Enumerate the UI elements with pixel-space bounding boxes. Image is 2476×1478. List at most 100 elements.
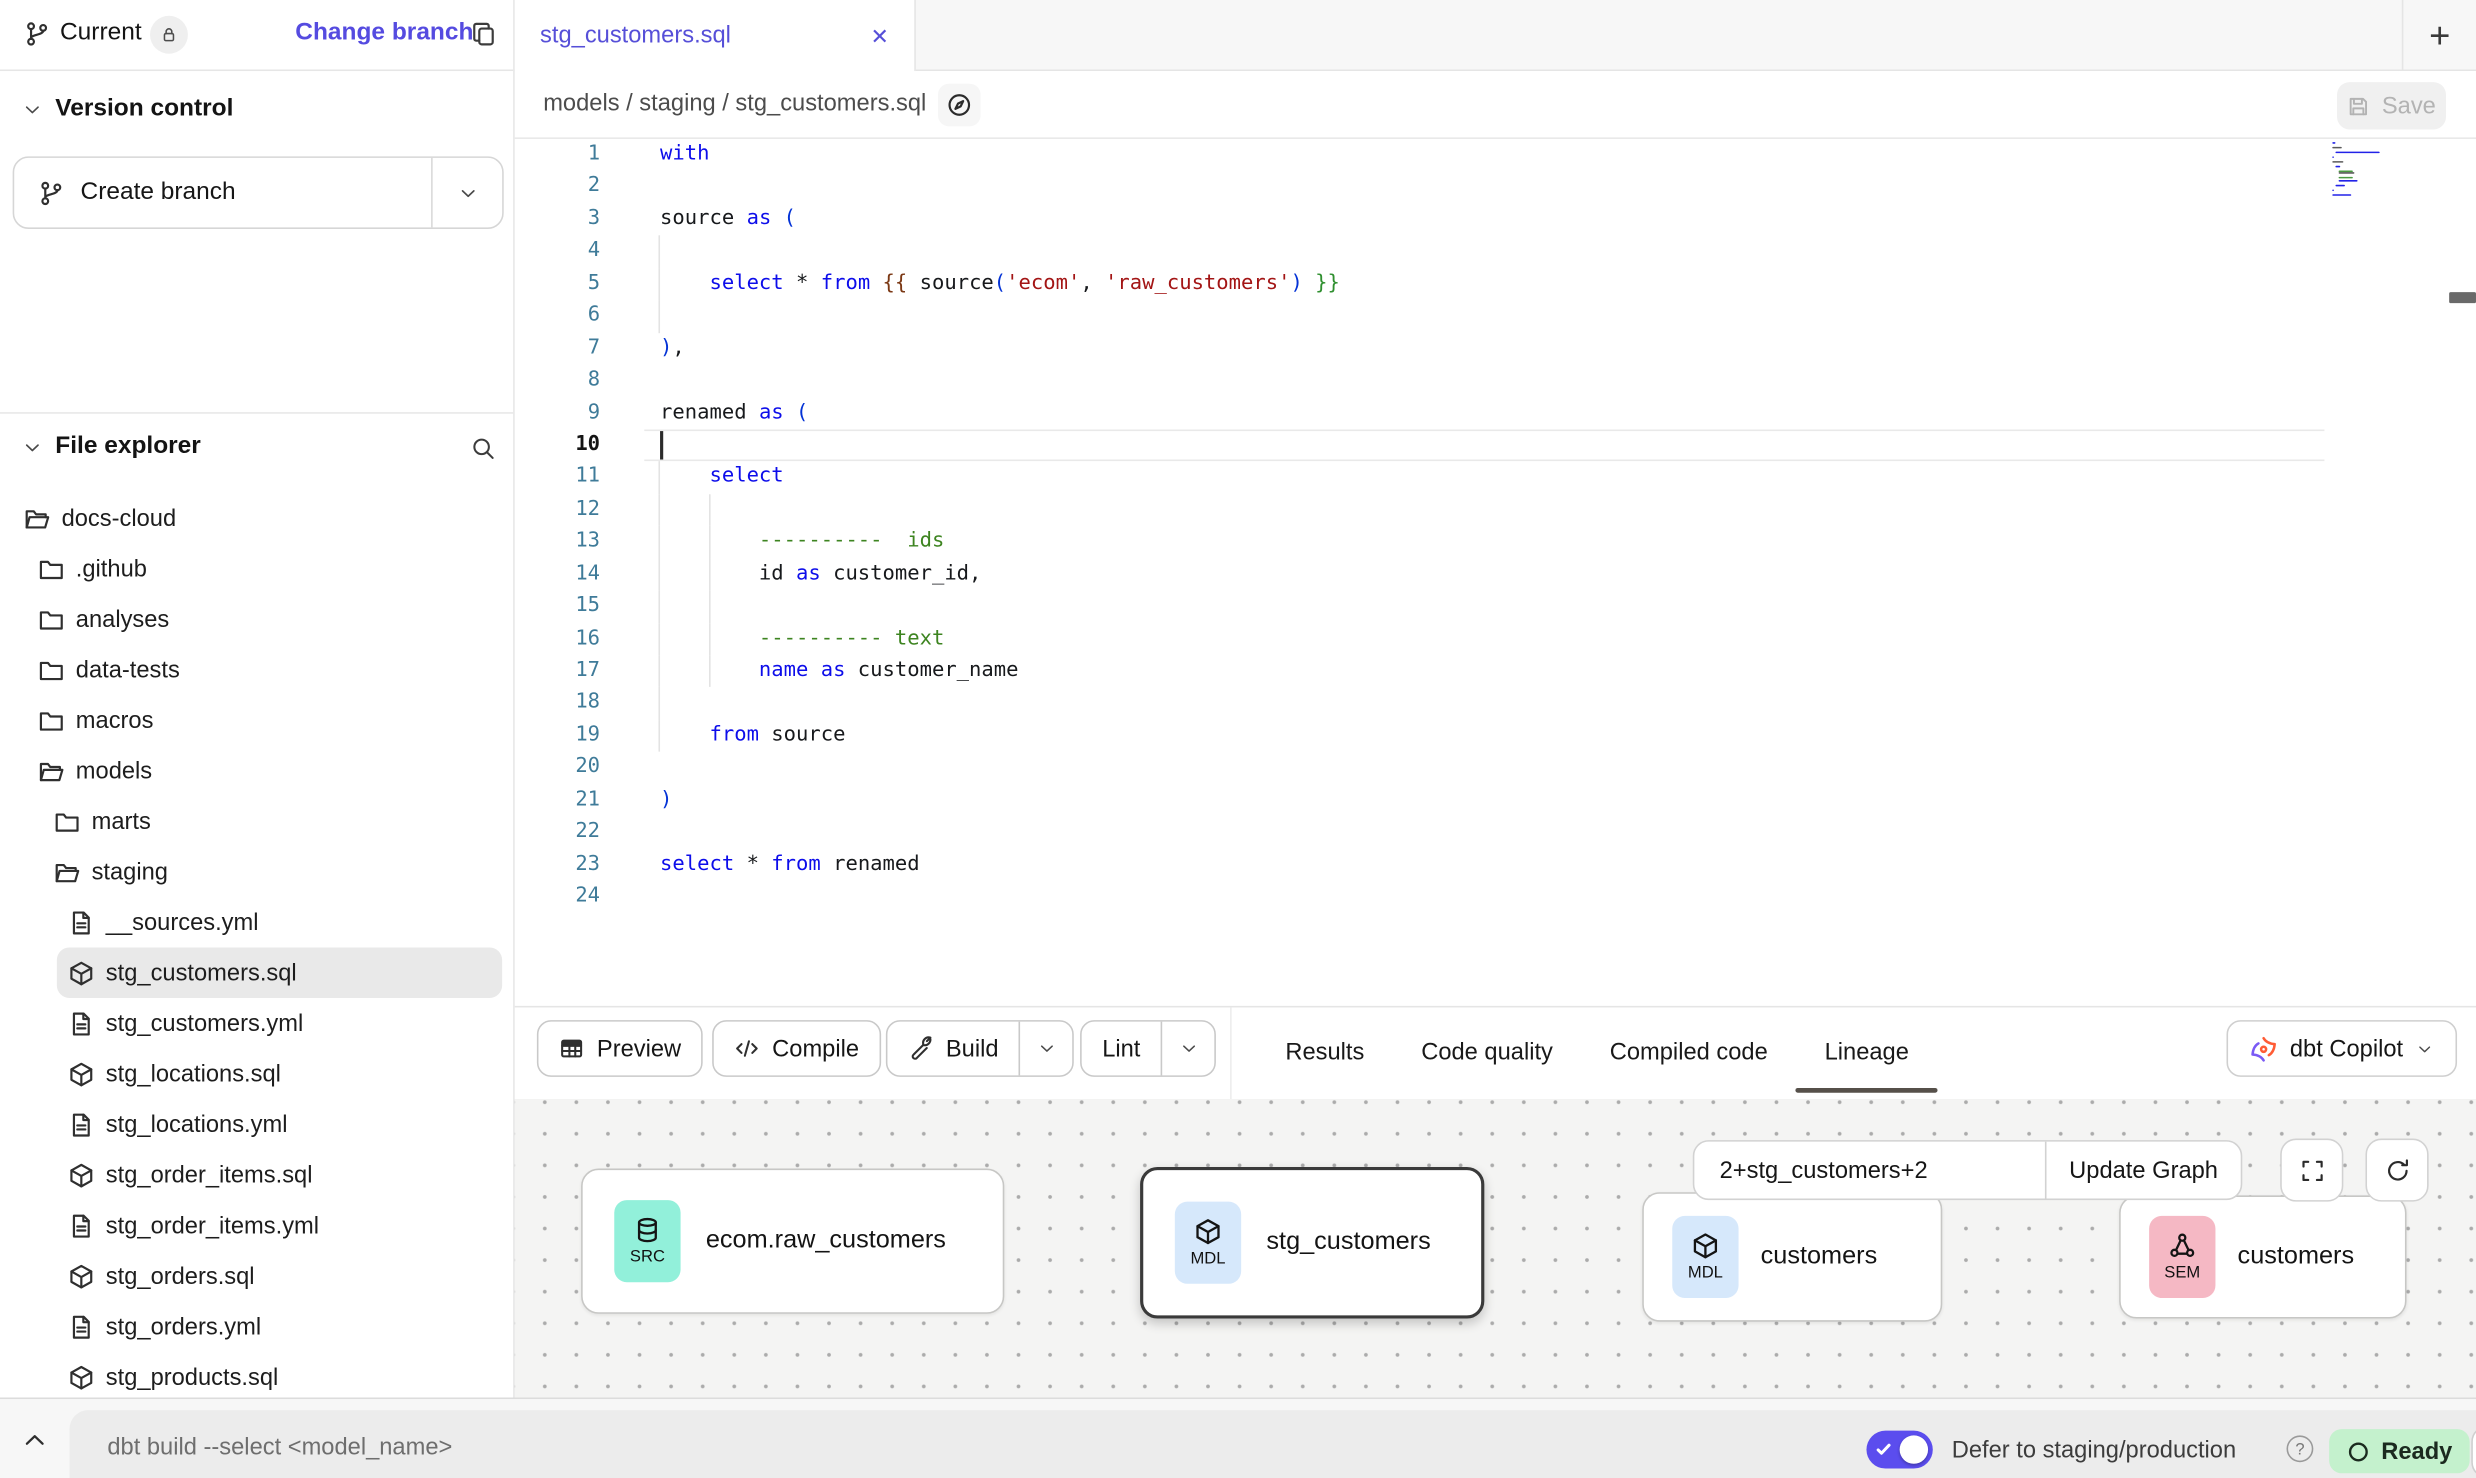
code-line[interactable]: 24 xyxy=(515,881,2476,913)
file-tree-item[interactable]: stg_products.sql xyxy=(0,1352,513,1398)
file-tree-item[interactable]: stg_orders.sql xyxy=(0,1251,513,1302)
editor-tab[interactable]: stg_customers.sql ✕ xyxy=(515,0,916,71)
panel-tab-lineage[interactable]: Lineage xyxy=(1825,1007,1909,1099)
code-line[interactable]: 12 xyxy=(515,494,2476,526)
code-line[interactable]: 7), xyxy=(515,333,2476,365)
copy-icon[interactable] xyxy=(471,21,498,48)
file-tree-item[interactable]: stg_order_items.sql xyxy=(0,1150,513,1201)
editor-scrollbar-thumb[interactable] xyxy=(2449,292,2476,303)
lineage-node-customers[interactable]: MDLcustomers xyxy=(1642,1191,1942,1320)
dbt-copilot-button[interactable]: dbt Copilot xyxy=(2227,1020,2458,1077)
create-branch-main[interactable]: Create branch xyxy=(14,158,431,227)
version-control-section-header[interactable]: Version control xyxy=(0,85,513,132)
file-tree-item[interactable]: stg_order_items.yml xyxy=(0,1200,513,1251)
build-dropdown[interactable] xyxy=(1021,1022,1073,1076)
code-line[interactable]: 22 xyxy=(515,817,2476,849)
file-tree-item[interactable]: __sources.yml xyxy=(0,897,513,948)
file-name: stg_orders.sql xyxy=(106,1262,255,1289)
file-tree-item[interactable]: docs-cloud xyxy=(0,493,513,544)
code-editor[interactable]: 1with23source as (45 select * from {{ so… xyxy=(515,139,2476,1006)
file-tree-item[interactable]: stg_customers.sql xyxy=(57,947,502,998)
code-line[interactable]: 9renamed as ( xyxy=(515,397,2476,429)
lint-dropdown[interactable] xyxy=(1162,1022,1214,1076)
folder-icon xyxy=(38,656,65,683)
close-icon[interactable]: ✕ xyxy=(870,24,889,46)
defer-toggle[interactable] xyxy=(1866,1431,1932,1469)
file-tree-item[interactable]: macros xyxy=(0,695,513,746)
indent-guide xyxy=(658,655,660,687)
minimap-line xyxy=(2339,177,2352,179)
code-line[interactable]: 19 from source xyxy=(515,720,2476,752)
lineage-canvas[interactable]: SRCecom.raw_customers MDLstg_customers MDL… xyxy=(515,1099,2476,1397)
panel-tab-compiled-code[interactable]: Compiled code xyxy=(1610,1007,1768,1099)
code-line[interactable]: 17 name as customer_name xyxy=(515,655,2476,687)
code-line[interactable]: 1with xyxy=(515,139,2476,171)
dbt-logo-icon xyxy=(2250,1035,2277,1062)
lineage-selector-input[interactable] xyxy=(1694,1142,2045,1199)
file-tree-item[interactable]: stg_locations.yml xyxy=(0,1099,513,1150)
file-tree-item[interactable]: .github xyxy=(0,543,513,594)
change-branch-link[interactable]: Change branch xyxy=(295,19,473,47)
file-explorer-section-header[interactable]: File explorer xyxy=(0,423,513,470)
code-line[interactable]: 5 select * from {{ source('ecom', 'raw_c… xyxy=(515,268,2476,300)
code-line[interactable]: 15 xyxy=(515,591,2476,623)
file-tree-item[interactable]: staging xyxy=(0,846,513,897)
more-menu-button[interactable]: ⋯ xyxy=(2471,1426,2476,1478)
file-tree-item[interactable]: models xyxy=(0,745,513,796)
code-line[interactable]: 4 xyxy=(515,236,2476,268)
toggle-knob xyxy=(1900,1435,1928,1463)
build-button-main[interactable]: Build xyxy=(887,1022,1019,1076)
help-icon[interactable]: ? xyxy=(2287,1435,2314,1462)
file-tree-item[interactable]: marts xyxy=(0,796,513,847)
code-line[interactable]: 23select * from renamed xyxy=(515,849,2476,881)
save-button-label: Save xyxy=(2382,92,2436,119)
file-name: staging xyxy=(92,858,168,885)
lint-button-main[interactable]: Lint xyxy=(1082,1022,1161,1076)
line-number: 4 xyxy=(515,236,641,268)
create-branch-dropdown[interactable] xyxy=(433,158,502,227)
code-line[interactable]: 13 ---------- ids xyxy=(515,526,2476,558)
explore-button[interactable] xyxy=(938,84,981,127)
indent-guide xyxy=(658,720,660,752)
code-line[interactable]: 3source as ( xyxy=(515,204,2476,236)
code-line[interactable]: 20 xyxy=(515,752,2476,784)
status-ready-button[interactable]: Ready xyxy=(2329,1429,2470,1473)
update-graph-button[interactable]: Update Graph xyxy=(2046,1142,2240,1199)
file-tree-item[interactable]: stg_customers.yml xyxy=(0,998,513,1049)
editor-tab-title: stg_customers.sql xyxy=(540,22,870,49)
preview-button[interactable]: Preview xyxy=(537,1020,703,1077)
panel-tab-code-quality[interactable]: Code quality xyxy=(1421,1007,1553,1099)
code-line[interactable]: 18 xyxy=(515,688,2476,720)
panel-tab-results[interactable]: Results xyxy=(1285,1007,1364,1099)
fullscreen-button[interactable] xyxy=(2280,1139,2343,1202)
model-cube-icon xyxy=(68,1364,95,1391)
lineage-node-customers[interactable]: SEMcustomers xyxy=(2119,1195,2406,1318)
code-line[interactable]: 6 xyxy=(515,300,2476,332)
compile-button[interactable]: Compile xyxy=(712,1020,881,1077)
collapse-panel-button[interactable] xyxy=(17,1426,52,1454)
yaml-file-icon xyxy=(68,1010,95,1037)
code-line[interactable]: 11 select xyxy=(515,462,2476,494)
refresh-button[interactable] xyxy=(2365,1139,2428,1202)
code-line[interactable]: 14 id as customer_id, xyxy=(515,559,2476,591)
code-text xyxy=(641,236,660,268)
command-input[interactable] xyxy=(104,1423,1216,1470)
lineage-node-stg_customers[interactable]: MDLstg_customers xyxy=(1140,1166,1484,1318)
new-tab-button[interactable]: + xyxy=(2403,0,2476,69)
code-line[interactable]: 8 xyxy=(515,365,2476,397)
save-button[interactable]: Save xyxy=(2337,82,2446,129)
search-icon[interactable] xyxy=(471,436,496,461)
code-text: select xyxy=(641,462,784,494)
file-name: .github xyxy=(76,555,147,582)
file-tree-item[interactable]: analyses xyxy=(0,594,513,645)
code-line[interactable]: 2 xyxy=(515,171,2476,203)
lineage-node-ecom.raw_customers[interactable]: SRCecom.raw_customers xyxy=(581,1168,1004,1313)
chevron-down-icon xyxy=(22,99,43,120)
file-tree-item[interactable]: stg_locations.sql xyxy=(0,1049,513,1100)
minimap[interactable] xyxy=(2332,142,2386,198)
file-tree-item[interactable]: stg_orders.yml xyxy=(0,1301,513,1352)
code-line[interactable]: 10 xyxy=(515,429,2476,461)
file-tree-item[interactable]: data-tests xyxy=(0,644,513,695)
code-line[interactable]: 21) xyxy=(515,784,2476,816)
code-line[interactable]: 16 ---------- text xyxy=(515,623,2476,655)
